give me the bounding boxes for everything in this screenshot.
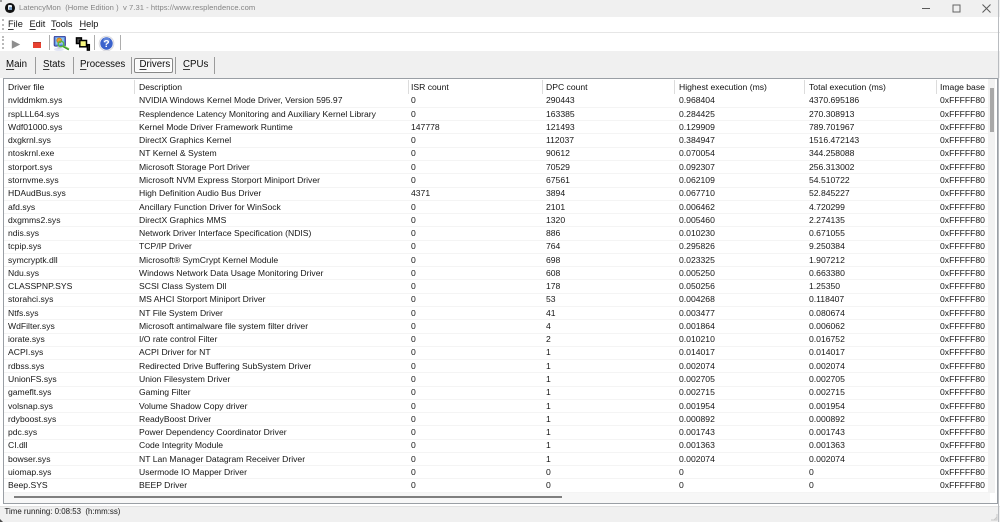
svg-text:?: ? xyxy=(103,38,109,50)
